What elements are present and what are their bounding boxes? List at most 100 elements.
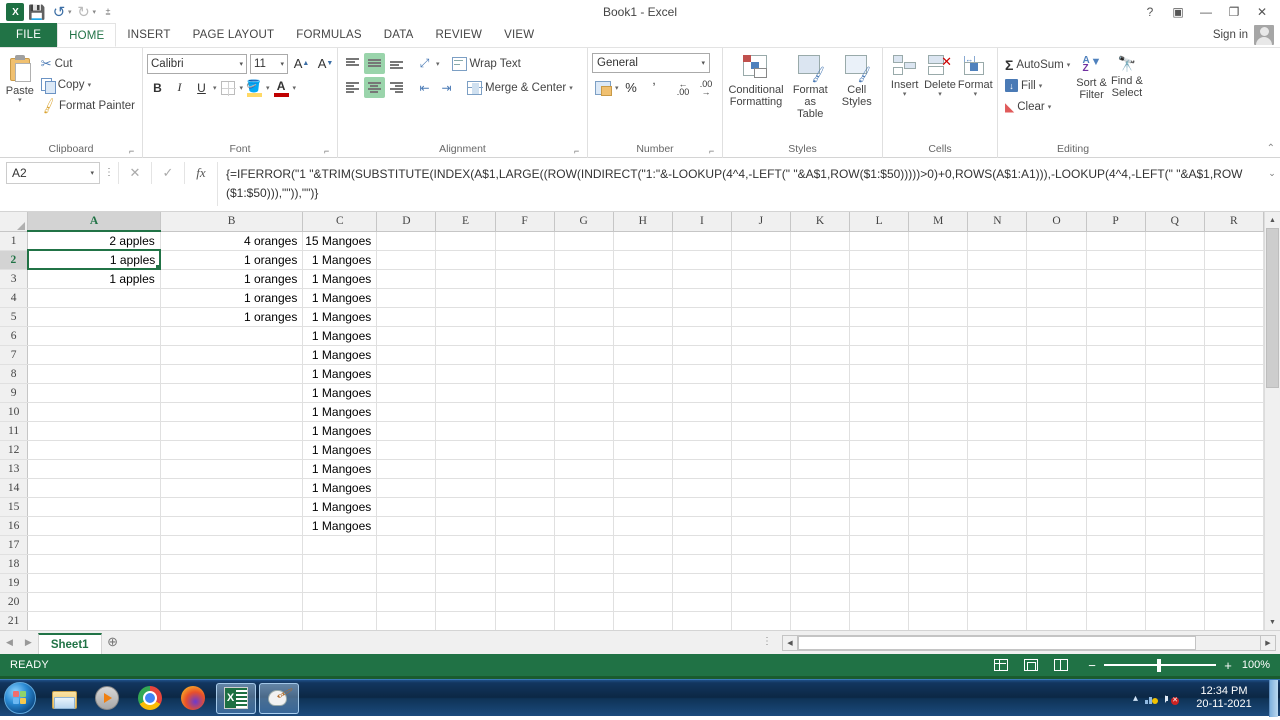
cell-g12[interactable] [554, 440, 614, 460]
cell-o14[interactable] [1026, 478, 1087, 498]
cell-j10[interactable] [731, 402, 791, 422]
cell-b9[interactable] [160, 383, 304, 403]
cell-d6[interactable] [376, 326, 437, 346]
cell-c3[interactable]: 1 Mangoes [302, 269, 378, 289]
cell-l19[interactable] [849, 573, 910, 593]
column-header-l[interactable]: L [849, 212, 910, 232]
cell-i18[interactable] [672, 554, 732, 574]
cell-h14[interactable] [613, 478, 673, 498]
cell-o8[interactable] [1026, 364, 1087, 384]
merge-dropdown-icon[interactable]: ▾ [569, 84, 573, 92]
format-cells-button[interactable]: |↔| Format ▾ [958, 53, 993, 98]
cell-m2[interactable] [908, 250, 969, 270]
bold-button[interactable]: B [147, 77, 168, 98]
cell-e2[interactable] [435, 250, 496, 270]
cell-d1[interactable] [376, 231, 437, 251]
cell-g14[interactable] [554, 478, 614, 498]
cell-q3[interactable] [1145, 269, 1205, 289]
cell-a11[interactable] [27, 421, 161, 441]
cell-q14[interactable] [1145, 478, 1205, 498]
cell-n4[interactable] [967, 288, 1028, 308]
cell-c21[interactable] [302, 611, 378, 630]
cell-j3[interactable] [731, 269, 791, 289]
cell-o21[interactable] [1026, 611, 1087, 630]
cell-e8[interactable] [435, 364, 496, 384]
align-right-button[interactable] [386, 77, 407, 98]
accounting-dropdown-icon[interactable]: ▾ [615, 84, 619, 92]
cell-h11[interactable] [613, 421, 673, 441]
cancel-formula-button[interactable]: ✕ [118, 162, 151, 184]
cell-f13[interactable] [495, 459, 555, 479]
column-header-d[interactable]: D [376, 212, 437, 232]
cell-a14[interactable] [27, 478, 161, 498]
align-left-button[interactable] [342, 77, 363, 98]
cell-a8[interactable] [27, 364, 161, 384]
cell-h8[interactable] [613, 364, 673, 384]
align-bottom-button[interactable] [386, 53, 407, 74]
align-top-button[interactable] [342, 53, 363, 74]
cell-l6[interactable] [849, 326, 910, 346]
cell-l7[interactable] [849, 345, 910, 365]
cell-r7[interactable] [1204, 345, 1264, 365]
cell-j14[interactable] [731, 478, 791, 498]
column-header-n[interactable]: N [967, 212, 1028, 232]
cell-f3[interactable] [495, 269, 555, 289]
cell-m11[interactable] [908, 421, 969, 441]
align-middle-button[interactable] [364, 53, 385, 74]
cell-m1[interactable] [908, 231, 969, 251]
cell-k8[interactable] [790, 364, 851, 384]
cell-a17[interactable] [27, 535, 161, 555]
cell-e15[interactable] [435, 497, 496, 517]
taskbar-windows-explorer[interactable] [44, 683, 84, 714]
cell-f4[interactable] [495, 288, 555, 308]
horizontal-scrollbar[interactable]: ◀ ▶ [782, 634, 1276, 651]
cell-a18[interactable] [27, 554, 161, 574]
column-header-i[interactable]: I [672, 212, 732, 232]
cell-n21[interactable] [967, 611, 1028, 630]
cell-p15[interactable] [1086, 497, 1146, 517]
cell-r4[interactable] [1204, 288, 1264, 308]
cell-l18[interactable] [849, 554, 910, 574]
cell-e12[interactable] [435, 440, 496, 460]
cell-c5[interactable]: 1 Mangoes [302, 307, 378, 327]
row-header-9[interactable]: 9 [0, 383, 29, 403]
cell-q16[interactable] [1145, 516, 1205, 536]
cell-a19[interactable] [27, 573, 161, 593]
taskbar-microsoft-paint[interactable]: 🖌 [259, 682, 299, 714]
cell-n7[interactable] [967, 345, 1028, 365]
cell-i3[interactable] [672, 269, 732, 289]
row-header-19[interactable]: 19 [0, 573, 29, 593]
cell-i16[interactable] [672, 516, 732, 536]
cell-n16[interactable] [967, 516, 1028, 536]
zoom-in-button[interactable]: + [1222, 658, 1234, 673]
cell-l4[interactable] [849, 288, 910, 308]
cell-r16[interactable] [1204, 516, 1264, 536]
column-header-r[interactable]: R [1204, 212, 1264, 232]
column-header-b[interactable]: B [160, 212, 304, 232]
cell-f12[interactable] [495, 440, 555, 460]
cell-n18[interactable] [967, 554, 1028, 574]
cell-o11[interactable] [1026, 421, 1087, 441]
worksheet-grid[interactable]: ABCDEFGHIJKLMNOPQR12 apples 4 oranges 15 M… [0, 212, 1264, 630]
cell-i11[interactable] [672, 421, 732, 441]
cell-o12[interactable] [1026, 440, 1087, 460]
cell-h19[interactable] [613, 573, 673, 593]
zoom-level-label[interactable]: 100% [1240, 659, 1274, 671]
cell-b2[interactable]: 1 oranges [160, 250, 304, 270]
column-header-c[interactable]: C [302, 212, 378, 232]
help-button[interactable]: ? [1136, 1, 1164, 23]
cell-i8[interactable] [672, 364, 732, 384]
cell-d2[interactable] [376, 250, 437, 270]
cell-c6[interactable]: 1 Mangoes [302, 326, 378, 346]
horizontal-scroll-track[interactable] [798, 634, 1260, 651]
cell-b18[interactable] [160, 554, 304, 574]
cell-j15[interactable] [731, 497, 791, 517]
copy-dropdown-icon[interactable]: ▾ [88, 81, 92, 89]
cell-j17[interactable] [731, 535, 791, 555]
cell-n12[interactable] [967, 440, 1028, 460]
cell-f20[interactable] [495, 592, 555, 612]
orientation-button[interactable]: ⤢ [414, 53, 435, 74]
cell-c4[interactable]: 1 Mangoes [302, 288, 378, 308]
cell-n1[interactable] [967, 231, 1028, 251]
cell-g18[interactable] [554, 554, 614, 574]
